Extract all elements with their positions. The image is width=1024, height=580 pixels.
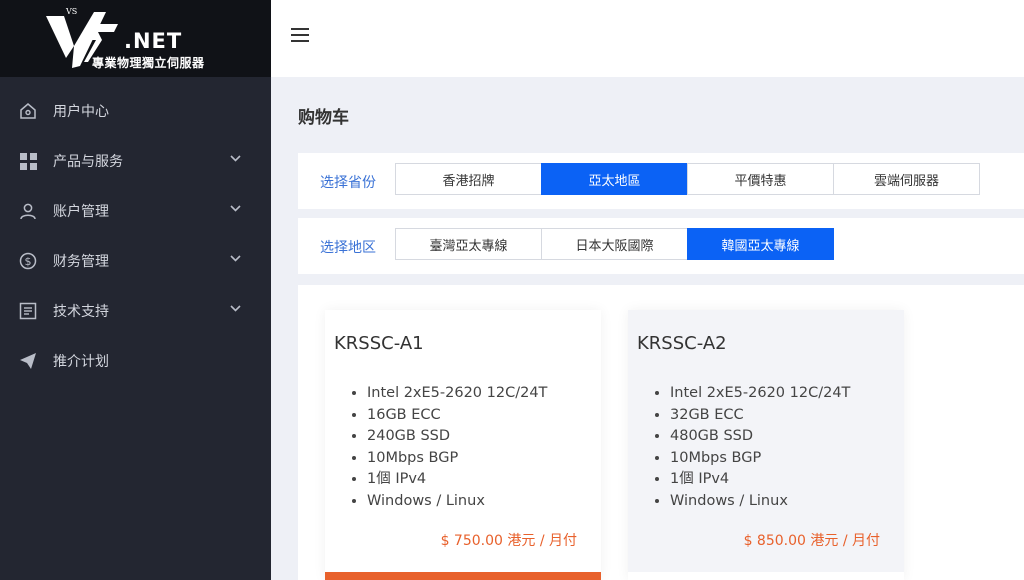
- tab-cloud-servers[interactable]: 雲端伺服器: [833, 163, 980, 195]
- sidebar-item-label: 账户管理: [53, 204, 109, 220]
- product-name: KRSSC-A2: [637, 333, 727, 354]
- sidebar-item-products-services[interactable]: 产品与服务: [0, 136, 271, 186]
- product-price: $ 750.00 港元 / 月付: [440, 533, 577, 549]
- region-tabs: 臺灣亞太專線 日本大阪國際 韓國亞太專線: [395, 228, 834, 260]
- product-name: KRSSC-A1: [334, 333, 424, 354]
- tab-asia-pacific[interactable]: 亞太地區: [541, 163, 688, 195]
- province-filter: 选择省份 香港招牌 亞太地區 平價特惠 雲端伺服器: [298, 153, 1024, 209]
- grid-icon: [18, 151, 38, 171]
- spec-item: 240GB SSD: [367, 426, 547, 448]
- province-filter-label: 选择省份: [320, 175, 376, 191]
- order-button[interactable]: [325, 572, 601, 580]
- sidebar-item-referral[interactable]: 推介计划: [0, 336, 271, 386]
- product-price: $ 850.00 港元 / 月付: [743, 533, 880, 549]
- tab-japan-osaka[interactable]: 日本大阪國際: [541, 228, 688, 260]
- svg-text:$: $: [25, 255, 32, 268]
- top-bar: [271, 0, 1024, 77]
- sidebar-item-label: 财务管理: [53, 254, 109, 270]
- sidebar-item-finance[interactable]: $ 财务管理: [0, 236, 271, 286]
- region-filter: 选择地区 臺灣亞太專線 日本大阪國際 韓國亞太專線: [298, 218, 1024, 274]
- spec-item: 16GB ECC: [367, 405, 547, 427]
- region-filter-label: 选择地区: [320, 240, 376, 256]
- logo[interactable]: VS .NET 專業物理獨立伺服器: [0, 0, 271, 77]
- tab-korea[interactable]: 韓國亞太專線: [687, 228, 834, 260]
- spec-item: Windows / Linux: [670, 491, 850, 513]
- chevron-down-icon: [230, 305, 241, 312]
- hamburger-icon[interactable]: [291, 28, 309, 44]
- brand-tagline: 專業物理獨立伺服器: [92, 56, 205, 70]
- sidebar-item-label: 产品与服务: [53, 154, 123, 170]
- sidebar-item-label: 技术支持: [53, 304, 109, 320]
- user-icon: [18, 201, 38, 221]
- sidebar-item-user-center[interactable]: 用户中心: [0, 86, 271, 136]
- sidebar-item-account[interactable]: 账户管理: [0, 186, 271, 236]
- dollar-icon: $: [18, 251, 38, 271]
- province-tabs: 香港招牌 亞太地區 平價特惠 雲端伺服器: [395, 163, 980, 195]
- spec-item: Intel 2xE5-2620 12C/24T: [670, 383, 850, 405]
- spec-item: Windows / Linux: [367, 491, 547, 513]
- tab-taiwan[interactable]: 臺灣亞太專線: [395, 228, 542, 260]
- spec-item: 1個 IPv4: [367, 469, 547, 491]
- spec-item: 1個 IPv4: [670, 469, 850, 491]
- tab-budget-deals[interactable]: 平價特惠: [687, 163, 834, 195]
- svg-text:VS: VS: [65, 7, 77, 16]
- send-icon: [18, 351, 38, 371]
- spec-item: 10Mbps BGP: [670, 448, 850, 470]
- product-card[interactable]: KRSSC-A1 Intel 2xE5-2620 12C/24T 16GB EC…: [325, 310, 601, 580]
- document-icon: [18, 301, 38, 321]
- chevron-down-icon: [230, 155, 241, 162]
- product-card[interactable]: KRSSC-A2 Intel 2xE5-2620 12C/24T 32GB EC…: [628, 310, 904, 580]
- spec-item: 32GB ECC: [670, 405, 850, 427]
- sidebar: VS .NET 專業物理獨立伺服器 用户中心 产品与服务 账户管理 $ 财务管理…: [0, 0, 271, 580]
- home-icon: [18, 101, 38, 121]
- sidebar-item-support[interactable]: 技术支持: [0, 286, 271, 336]
- product-specs: Intel 2xE5-2620 12C/24T 32GB ECC 480GB S…: [670, 383, 850, 513]
- spec-item: 480GB SSD: [670, 426, 850, 448]
- page-title: 购物车: [298, 108, 349, 128]
- chevron-down-icon: [230, 255, 241, 262]
- tab-hong-kong[interactable]: 香港招牌: [395, 163, 542, 195]
- product-specs: Intel 2xE5-2620 12C/24T 16GB ECC 240GB S…: [367, 383, 547, 513]
- sidebar-item-label: 用户中心: [53, 104, 109, 120]
- spec-item: 10Mbps BGP: [367, 448, 547, 470]
- chevron-down-icon: [230, 205, 241, 212]
- order-button[interactable]: [628, 572, 904, 580]
- spec-item: Intel 2xE5-2620 12C/24T: [367, 383, 547, 405]
- brand-name: .NET: [124, 29, 183, 53]
- sidebar-nav: 用户中心 产品与服务 账户管理 $ 财务管理 技术支持 推介计划: [0, 86, 271, 386]
- sidebar-item-label: 推介计划: [53, 354, 109, 370]
